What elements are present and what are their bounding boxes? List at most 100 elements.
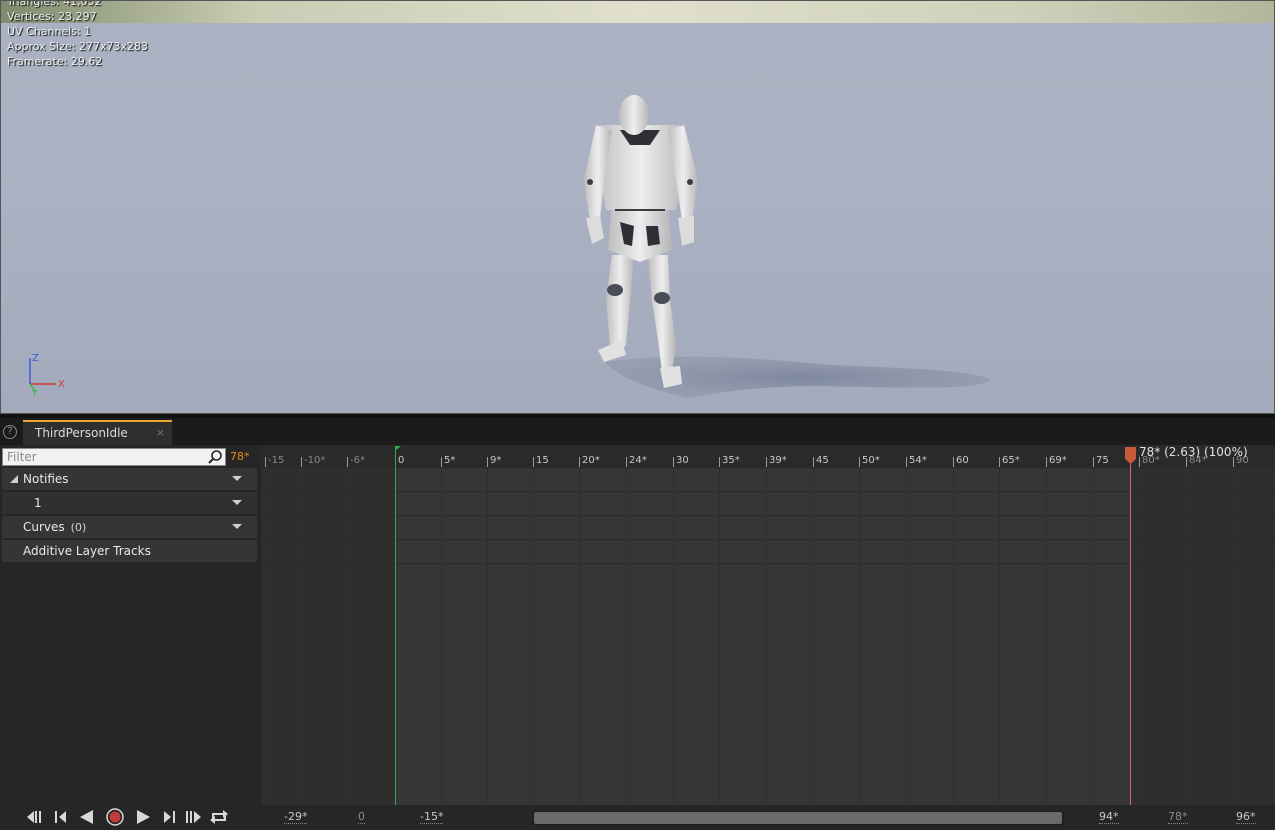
gridline [487,468,488,805]
close-icon[interactable]: × [156,422,165,444]
ruler-tick [673,457,674,467]
ruler-tick [813,457,814,467]
ruler-tick [953,457,954,467]
search-icon[interactable] [207,449,223,465]
gridline [441,468,442,805]
gridline [301,468,302,805]
out-of-range-left [261,468,395,805]
end-marker-line[interactable] [1130,453,1131,805]
track-additive-layer[interactable]: Additive Layer Tracks [2,540,257,562]
gridline [906,468,907,805]
tab-bar [0,418,1275,445]
svg-text:Y: Y [31,389,37,398]
gridline [347,468,348,805]
ruler-tick-label: 60 [956,455,969,466]
chevron-down-icon[interactable] [232,524,242,529]
gridline [673,468,674,805]
ruler-tick-label: -10* [304,455,326,466]
tab-third-person-idle[interactable]: ThirdPersonIdle × [23,420,172,445]
gridline [813,468,814,805]
track-curves[interactable]: Curves (0) [2,516,257,538]
chevron-down-icon[interactable] [232,476,242,481]
gridline [719,468,720,805]
ruler-tick-label: 0 [398,455,405,466]
step-back-icon[interactable] [50,807,72,827]
ruler-tick-label: 35* [722,455,740,466]
current-frame-bottom[interactable]: 78* [1168,811,1188,824]
svg-text:Z: Z [32,353,39,364]
ruler-tick-label: 9* [490,455,502,466]
gridline [999,468,1000,805]
ruler-tick [441,457,442,467]
gridline [579,468,580,805]
gridline [1046,468,1047,805]
record-icon[interactable] [104,807,126,827]
row-separator [261,515,1275,516]
ruler-tick [1093,457,1094,467]
ruler-tick-label: 65* [1002,455,1020,466]
ruler-tick [859,457,860,467]
track-notifies[interactable]: Notifies [2,468,257,490]
stat-triangles: Triangles: 41,052 [7,0,102,8]
stat-framerate: Framerate: 29.62 [7,55,103,68]
ruler-tick-label: 54* [909,455,927,466]
svg-text:X: X [58,379,65,390]
tab-label: ThirdPersonIdle [35,426,128,440]
chevron-down-icon[interactable] [232,500,242,505]
loop-icon[interactable] [208,807,230,827]
ruler-tick [719,457,720,467]
play-reverse-icon[interactable] [76,807,98,827]
playhead-label: 78* (2.63) (100%) [1139,445,1248,459]
ruler-tick-label: 20* [582,455,600,466]
gridline [265,468,266,805]
time-ruler[interactable]: -15 -10* -6* 0 5* 9* 15 20* 24* 30 35* 39* 45 50* 54* 6… [261,445,1275,468]
ruler-tick [906,457,907,467]
ruler-tick [347,457,348,467]
start-marker-flag[interactable] [395,446,401,451]
start-marker-line[interactable] [395,447,396,805]
ruler-tick [301,457,302,467]
skip-to-end-icon[interactable] [182,807,204,827]
ruler-tick [579,457,580,467]
view-range-start[interactable]: -29* [284,811,308,824]
filter-input[interactable] [2,448,226,466]
working-range-zero[interactable]: 0 [358,811,365,824]
playback-range-start[interactable]: -15* [420,811,444,824]
ruler-tick [487,457,488,467]
track-notify-1[interactable]: 1 [2,492,257,514]
viewport[interactable]: Triangles: 41,052 Vertices: 23,297 UV Ch… [0,0,1275,414]
curves-count: (0) [70,521,87,534]
row-separator [261,539,1275,540]
playback-range-end[interactable]: 94* [1099,811,1119,824]
ruler-tick [265,457,266,467]
ruler-tick [1046,457,1047,467]
view-range-end[interactable]: 96* [1236,811,1256,824]
play-icon[interactable] [132,807,154,827]
gridline [859,468,860,805]
character-mannequin[interactable] [0,0,1275,414]
skip-to-start-icon[interactable] [24,807,46,827]
timeline-area[interactable]: -15 -10* -6* 0 5* 9* 15 20* 24* 30 35* 39* 45 50* 54* 6… [261,445,1275,805]
ruler-tick-label: 69* [1049,455,1067,466]
gridline [626,468,627,805]
out-of-range-right [1131,468,1275,805]
gridline [1093,468,1094,805]
stat-uv-channels: UV Channels: 1 [7,25,92,38]
ruler-tick-label: 24* [629,455,647,466]
gridline [533,468,534,805]
ruler-tick-label: 15 [536,455,549,466]
timeline-scrollbar-thumb[interactable] [534,812,1062,824]
ruler-tick-label: 5* [444,455,456,466]
ruler-tick [999,457,1000,467]
collapse-triangle-icon[interactable] [10,475,18,483]
ruler-tick-label: -15 [268,455,285,466]
ruler-tick-label: 30 [676,455,689,466]
ruler-tick [626,457,627,467]
gridline [1139,468,1140,805]
track-notifies-label: Notifies [23,472,69,486]
ruler-tick-label: 39* [769,455,787,466]
help-icon[interactable]: ? [3,425,17,439]
track-curves-label: Curves [23,520,65,534]
gridline [953,468,954,805]
step-forward-icon[interactable] [158,807,180,827]
